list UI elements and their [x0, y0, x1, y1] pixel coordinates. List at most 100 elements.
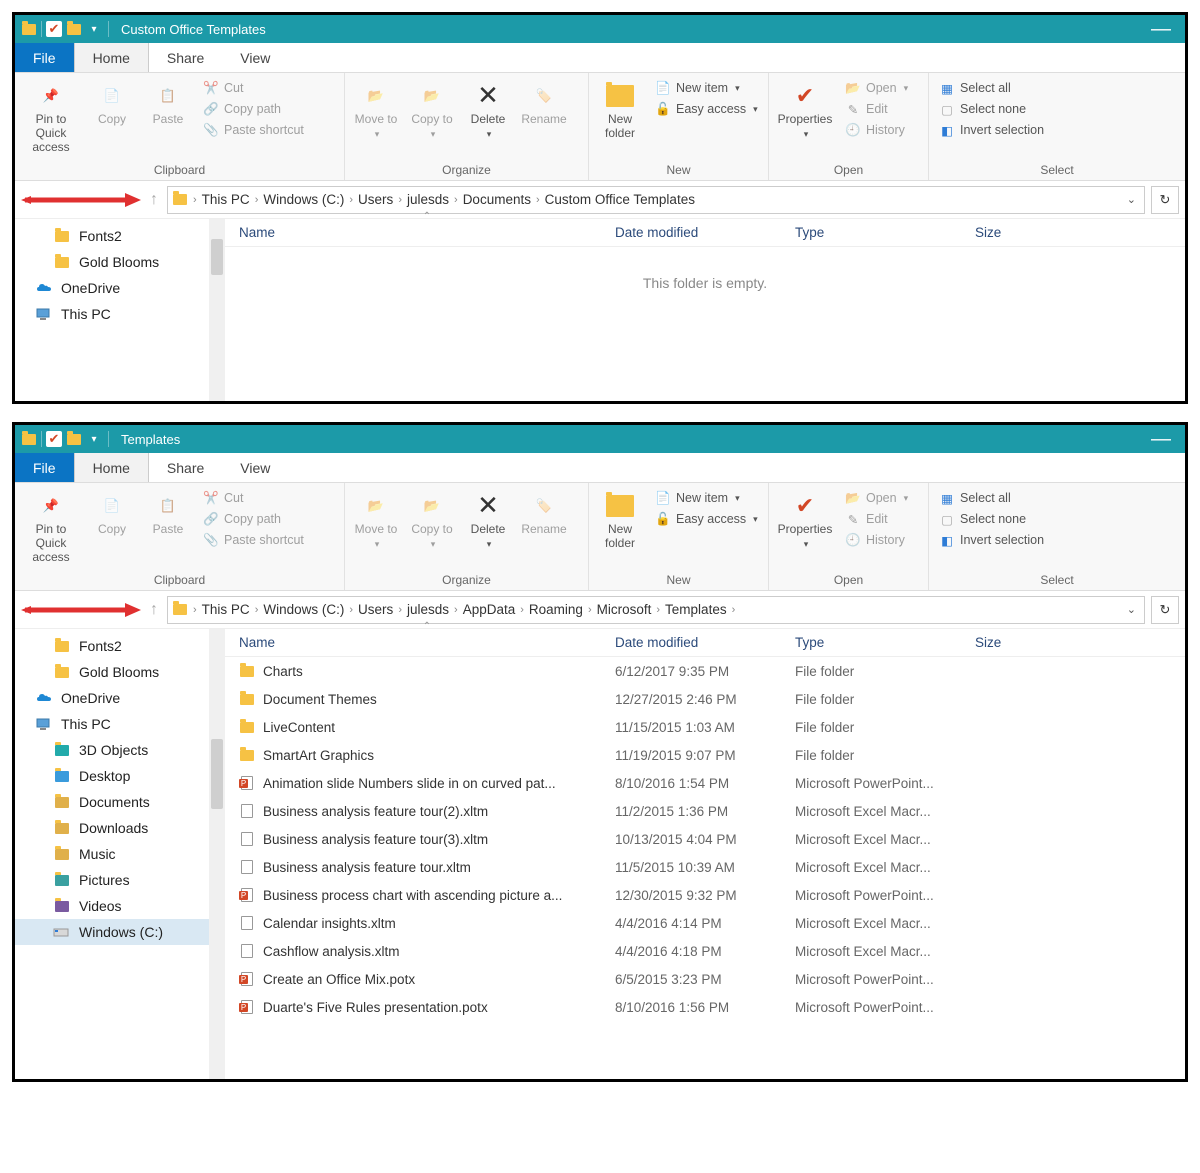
folder-icon[interactable]: [66, 21, 82, 37]
nav-item[interactable]: 3D Objects: [15, 737, 225, 763]
file-row[interactable]: Document Themes 12/27/2015 2:46 PM File …: [225, 685, 1185, 713]
column-date[interactable]: Date modified: [615, 225, 795, 240]
nav-item[interactable]: This PC: [15, 711, 225, 737]
breadcrumb-segment[interactable]: julesds: [407, 192, 449, 207]
tab-home[interactable]: Home: [74, 453, 149, 482]
breadcrumb-segment[interactable]: Roaming: [529, 602, 583, 617]
easy-access-button[interactable]: 🔓Easy access▾: [651, 510, 762, 528]
cut-button[interactable]: ✂️Cut: [199, 489, 308, 507]
copy-to-button[interactable]: 📂Copy to▾: [407, 487, 457, 549]
easy-access-button[interactable]: 🔓Easy access▾: [651, 100, 762, 118]
delete-button[interactable]: ✕Delete▾: [463, 487, 513, 549]
tab-share[interactable]: Share: [149, 453, 222, 482]
titlebar[interactable]: ✔ ▾ Templates —: [15, 425, 1185, 453]
rename-button[interactable]: 🏷️Rename: [519, 77, 569, 127]
breadcrumb-segment[interactable]: Users: [358, 602, 393, 617]
nav-item[interactable]: This PC: [15, 301, 225, 327]
up-button[interactable]: ↑: [150, 601, 158, 619]
minimize-button[interactable]: —: [1151, 18, 1171, 41]
file-row[interactable]: Duarte's Five Rules presentation.potx 8/…: [225, 993, 1185, 1021]
tab-file[interactable]: File: [15, 43, 74, 72]
breadcrumb-segment[interactable]: Users: [358, 192, 393, 207]
pin-to-quick-access-button[interactable]: 📌Pin to Quick access: [21, 487, 81, 564]
nav-item[interactable]: Gold Blooms: [15, 659, 225, 685]
column-size[interactable]: Size: [975, 635, 1035, 650]
edit-button[interactable]: ✎Edit: [841, 100, 912, 118]
scrollbar-thumb[interactable]: [211, 239, 223, 275]
nav-item[interactable]: Music: [15, 841, 225, 867]
nav-item[interactable]: OneDrive: [15, 275, 225, 301]
column-type[interactable]: Type: [795, 635, 975, 650]
checkmark-icon[interactable]: ✔: [46, 431, 62, 447]
nav-item[interactable]: Videos: [15, 893, 225, 919]
edit-button[interactable]: ✎Edit: [841, 510, 912, 528]
file-row[interactable]: Business analysis feature tour.xltm 11/5…: [225, 853, 1185, 881]
nav-item[interactable]: Documents: [15, 789, 225, 815]
breadcrumb-segment[interactable]: AppData: [463, 602, 516, 617]
breadcrumb-bar[interactable]: ›This PC›Windows (C:)›Users›julesds›Docu…: [167, 186, 1145, 214]
titlebar[interactable]: ✔ ▾ Custom Office Templates —: [15, 15, 1185, 43]
tab-file[interactable]: File: [15, 453, 74, 482]
paste-shortcut-button[interactable]: 📎Paste shortcut: [199, 531, 308, 549]
file-row[interactable]: Business analysis feature tour(2).xltm 1…: [225, 797, 1185, 825]
nav-scrollbar[interactable]: [209, 629, 225, 1079]
minimize-button[interactable]: —: [1151, 428, 1171, 451]
pin-to-quick-access-button[interactable]: 📌Pin to Quick access: [21, 77, 81, 154]
nav-item[interactable]: OneDrive: [15, 685, 225, 711]
new-item-button[interactable]: 📄New item▾: [651, 489, 762, 507]
tab-share[interactable]: Share: [149, 43, 222, 72]
breadcrumb-segment[interactable]: Windows (C:): [263, 192, 344, 207]
paste-shortcut-button[interactable]: 📎Paste shortcut: [199, 121, 308, 139]
copy-button[interactable]: 📄Copy: [87, 77, 137, 127]
delete-button[interactable]: ✕Delete▾: [463, 77, 513, 139]
file-row[interactable]: Calendar insights.xltm 4/4/2016 4:14 PM …: [225, 909, 1185, 937]
copy-path-button[interactable]: 🔗Copy path: [199, 100, 308, 118]
file-row[interactable]: Create an Office Mix.potx 6/5/2015 3:23 …: [225, 965, 1185, 993]
column-name[interactable]: Name: [225, 635, 615, 650]
open-button[interactable]: 📂Open▾: [841, 489, 912, 507]
paste-button[interactable]: 📋Paste: [143, 487, 193, 537]
invert-selection-button[interactable]: ◧Invert selection: [935, 531, 1048, 549]
file-row[interactable]: Cashflow analysis.xltm 4/4/2016 4:18 PM …: [225, 937, 1185, 965]
chevron-down-icon[interactable]: ⌄: [1127, 603, 1140, 616]
breadcrumb-segment[interactable]: This PC: [202, 192, 250, 207]
column-size[interactable]: Size: [975, 225, 1035, 240]
breadcrumb-segment[interactable]: Templates: [665, 602, 727, 617]
navigation-pane[interactable]: Fonts2Gold BloomsOneDriveThis PC3D Objec…: [15, 629, 225, 1079]
navigation-pane[interactable]: Fonts2Gold BloomsOneDriveThis PC: [15, 219, 225, 401]
file-row[interactable]: SmartArt Graphics 11/19/2015 9:07 PM Fil…: [225, 741, 1185, 769]
select-all-button[interactable]: ▦Select all: [935, 489, 1048, 507]
tab-home[interactable]: Home: [74, 43, 149, 72]
file-row[interactable]: Business analysis feature tour(3).xltm 1…: [225, 825, 1185, 853]
copy-button[interactable]: 📄Copy: [87, 487, 137, 537]
nav-item[interactable]: Downloads: [15, 815, 225, 841]
tab-view[interactable]: View: [222, 453, 288, 482]
breadcrumb-segment[interactable]: Microsoft: [597, 602, 652, 617]
copy-path-button[interactable]: 🔗Copy path: [199, 510, 308, 528]
breadcrumb-segment[interactable]: Documents: [463, 192, 531, 207]
properties-button[interactable]: ✔Properties▾: [775, 77, 835, 139]
new-item-button[interactable]: 📄New item▾: [651, 79, 762, 97]
chevron-down-icon[interactable]: ▾: [86, 21, 102, 37]
rename-button[interactable]: 🏷️Rename: [519, 487, 569, 537]
tab-view[interactable]: View: [222, 43, 288, 72]
column-type[interactable]: Type: [795, 225, 975, 240]
history-button[interactable]: 🕘History: [841, 531, 912, 549]
folder-icon[interactable]: [66, 431, 82, 447]
nav-item[interactable]: Fonts2: [15, 633, 225, 659]
refresh-button[interactable]: ↻: [1151, 186, 1179, 214]
breadcrumb-segment[interactable]: Windows (C:): [263, 602, 344, 617]
history-button[interactable]: 🕘History: [841, 121, 912, 139]
breadcrumb-segment[interactable]: This PC: [202, 602, 250, 617]
up-button[interactable]: ↑: [150, 191, 158, 209]
move-to-button[interactable]: 📂Move to▾: [351, 77, 401, 139]
invert-selection-button[interactable]: ◧Invert selection: [935, 121, 1048, 139]
nav-item[interactable]: Desktop: [15, 763, 225, 789]
breadcrumb-segment[interactable]: Custom Office Templates: [545, 192, 695, 207]
column-date[interactable]: Date modified: [615, 635, 795, 650]
scrollbar-thumb[interactable]: [211, 739, 223, 809]
select-none-button[interactable]: ▢Select none: [935, 100, 1048, 118]
chevron-down-icon[interactable]: ▾: [86, 431, 102, 447]
refresh-button[interactable]: ↻: [1151, 596, 1179, 624]
nav-item[interactable]: Pictures: [15, 867, 225, 893]
